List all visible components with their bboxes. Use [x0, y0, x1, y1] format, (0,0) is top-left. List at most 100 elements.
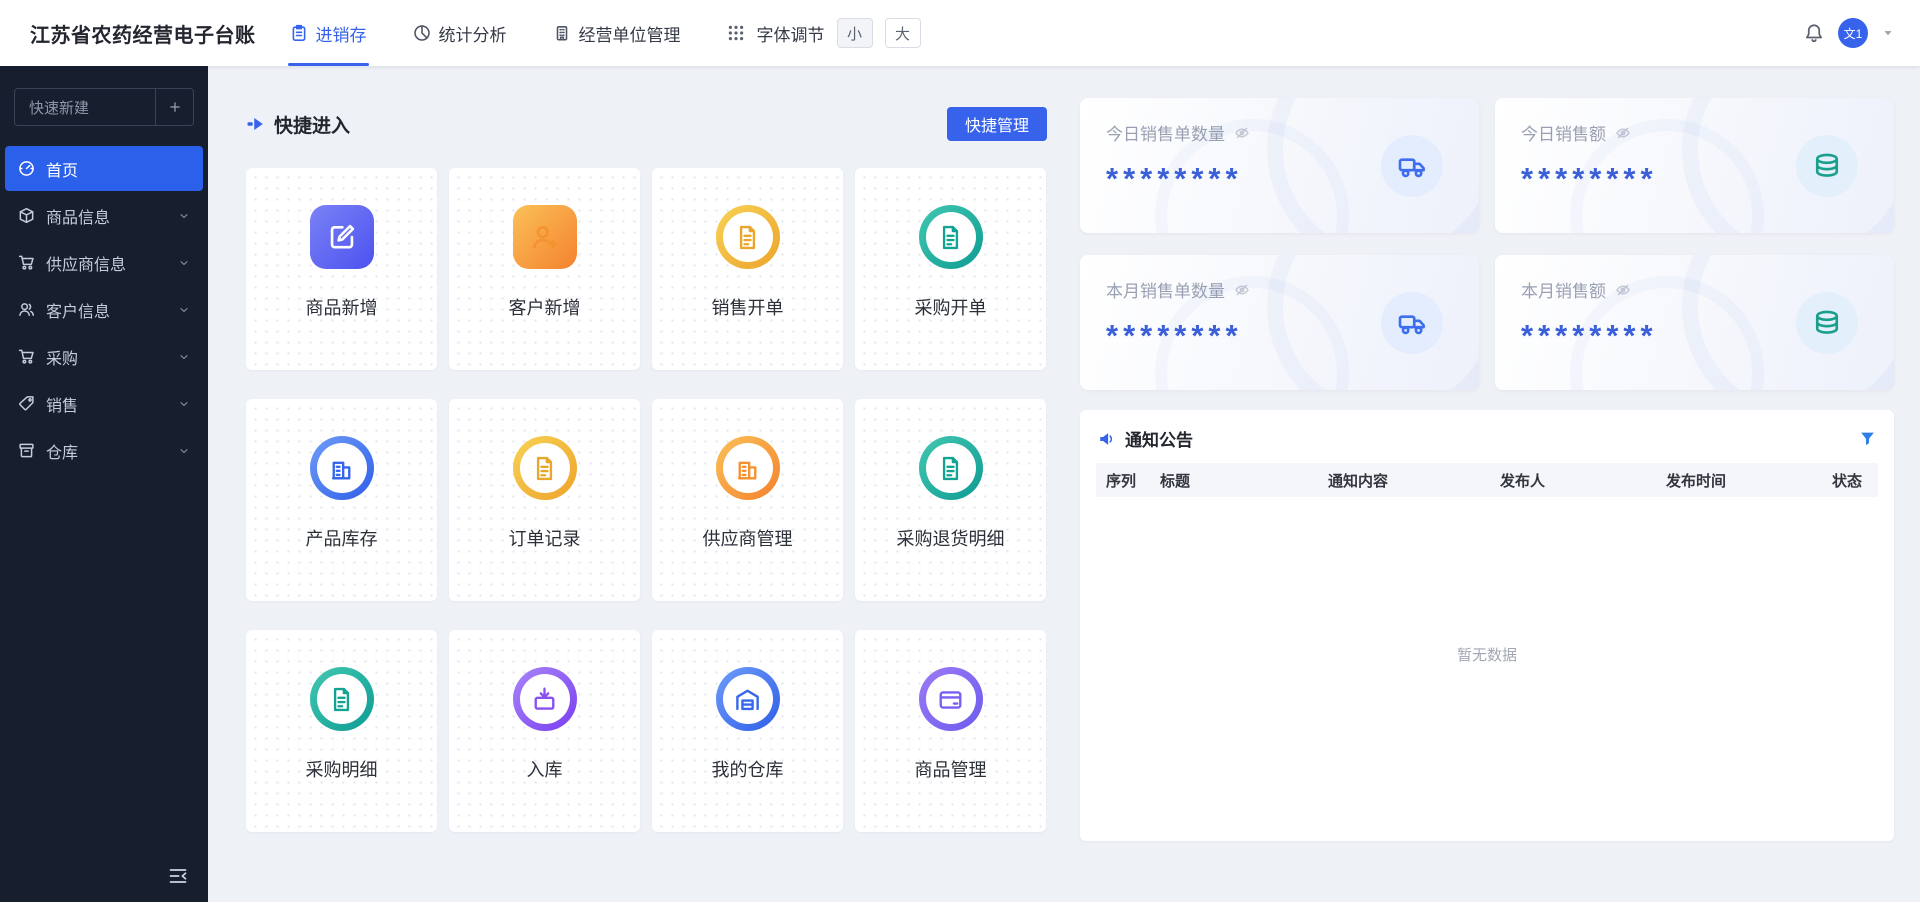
quick-card-label: 客户新增	[509, 294, 581, 320]
quick-access-card[interactable]: 客户新增	[449, 168, 640, 370]
chevron-down-icon	[178, 163, 190, 175]
quick-card-label: 销售开单	[712, 294, 784, 320]
quick-access-card[interactable]: 供应商管理	[652, 399, 843, 601]
font-small-button[interactable]: 小	[837, 18, 873, 48]
sidebar-item-label: 供应商信息	[46, 251, 167, 275]
sidebar-menu-item[interactable]: 采购	[5, 334, 203, 379]
sidebar: 快速新建 首页 商品信息	[0, 66, 208, 902]
font-large-button[interactable]: 大	[885, 18, 921, 48]
quick-card-glyph-icon	[734, 224, 761, 251]
stat-card: 今日销售额 ********	[1495, 98, 1894, 233]
sidebar-item-icon	[18, 442, 35, 459]
quick-access-card[interactable]: 订单记录	[449, 399, 640, 601]
collapse-sidebar-icon[interactable]	[168, 866, 188, 886]
main-content: 快捷进入 快捷管理 商品新增	[208, 66, 1920, 902]
quick-card-label: 我的仓库	[712, 756, 784, 782]
quick-card-label: 采购开单	[915, 294, 987, 320]
quick-access-card[interactable]: 我的仓库	[652, 630, 843, 832]
quick-create-button[interactable]: 快速新建	[14, 88, 194, 126]
notice-board-title: 通知公告	[1125, 426, 1193, 451]
sidebar-menu-item[interactable]: 客户信息	[5, 287, 203, 332]
chevron-down-icon	[178, 304, 190, 316]
quick-card-icon	[310, 667, 374, 731]
toggle-visibility-eye-icon[interactable]	[1234, 282, 1250, 298]
toggle-visibility-eye-icon[interactable]	[1615, 282, 1631, 298]
stat-icon-badge	[1796, 135, 1858, 197]
quick-card-icon	[716, 205, 780, 269]
quick-access-section: 快捷进入 快捷管理 商品新增	[246, 98, 1047, 902]
quick-access-grid: 商品新增 客户新增 销售开单	[246, 168, 1047, 832]
stat-card: 今日销售单数量 ********	[1080, 98, 1479, 233]
quick-card-label: 产品库存	[306, 525, 378, 551]
quick-access-card[interactable]: 产品库存	[246, 399, 437, 601]
sidebar-footer	[0, 866, 208, 902]
quick-card-label: 采购退货明细	[897, 525, 1005, 551]
nav-item-label: 经营单位管理	[579, 21, 681, 46]
top-nav-item[interactable]: 统计分析	[413, 0, 507, 66]
chevron-down-icon[interactable]	[1882, 27, 1894, 39]
chevron-down-icon	[178, 445, 190, 457]
sidebar-menu-item[interactable]: 仓库	[5, 428, 203, 473]
top-nav: 进销存 统计分析 经营单位管理	[290, 0, 727, 66]
notice-column-header: 发布人	[1500, 470, 1666, 491]
quick-create-label: 快速新建	[15, 97, 155, 118]
sidebar-item-icon	[18, 207, 35, 224]
quick-access-title: 快捷进入	[274, 111, 350, 138]
toggle-visibility-eye-icon[interactable]	[1615, 125, 1631, 141]
sidebar-menu-item[interactable]: 首页	[5, 146, 203, 191]
nav-item-icon	[290, 24, 308, 42]
stat-label: 本月销售单数量	[1106, 277, 1225, 302]
quick-access-card[interactable]: 采购退货明细	[855, 399, 1046, 601]
quick-access-arrow-icon	[246, 114, 266, 134]
bell-icon[interactable]	[1804, 23, 1824, 43]
quick-access-card[interactable]: 采购明细	[246, 630, 437, 832]
quick-card-icon	[513, 205, 577, 269]
sidebar-item-label: 首页	[46, 157, 167, 181]
quick-card-label: 商品管理	[915, 756, 987, 782]
chevron-down-icon	[178, 351, 190, 363]
quick-create-plus-button[interactable]	[155, 89, 193, 125]
quick-card-icon	[513, 667, 577, 731]
avatar[interactable]: 文1	[1838, 18, 1868, 48]
quick-card-label: 订单记录	[509, 525, 581, 551]
sidebar-item-icon	[18, 254, 35, 271]
sidebar-item-label: 商品信息	[46, 204, 167, 228]
apps-grid-icon[interactable]	[727, 24, 745, 42]
notice-column-header: 标题	[1160, 470, 1328, 491]
stat-icon-badge	[1796, 292, 1858, 354]
stat-card: 本月销售单数量 ********	[1080, 255, 1479, 390]
toggle-visibility-eye-icon[interactable]	[1234, 125, 1250, 141]
quick-card-icon	[919, 205, 983, 269]
quick-access-card[interactable]: 商品新增	[246, 168, 437, 370]
sidebar-menu-item[interactable]: 销售	[5, 381, 203, 426]
font-adjust-label: 字体调节	[757, 21, 825, 46]
top-nav-item[interactable]: 进销存	[290, 0, 367, 66]
top-nav-item[interactable]: 经营单位管理	[553, 0, 681, 66]
filter-icon[interactable]	[1859, 430, 1876, 447]
quick-card-icon	[513, 436, 577, 500]
notice-board: 通知公告 序列 标题 通知内容 发布人 发布时间	[1080, 410, 1894, 841]
stat-card: 本月销售额 ********	[1495, 255, 1894, 390]
sidebar-menu-item[interactable]: 供应商信息	[5, 240, 203, 285]
quick-access-card[interactable]: 商品管理	[855, 630, 1046, 832]
sidebar-menu-item[interactable]: 商品信息	[5, 193, 203, 238]
sidebar-item-label: 仓库	[46, 439, 167, 463]
notice-table-header: 序列 标题 通知内容 发布人 发布时间 状态	[1096, 463, 1878, 497]
quick-card-glyph-icon	[937, 224, 964, 251]
sidebar-item-icon	[18, 301, 35, 318]
quick-access-card[interactable]: 入库	[449, 630, 640, 832]
sidebar-item-label: 采购	[46, 345, 167, 369]
quick-card-glyph-icon	[734, 455, 761, 482]
quick-card-glyph-icon	[531, 455, 558, 482]
quick-manage-button[interactable]: 快捷管理	[947, 107, 1047, 141]
quick-card-glyph-icon	[531, 686, 558, 713]
sidebar-item-icon	[18, 348, 35, 365]
quick-access-card[interactable]: 销售开单	[652, 168, 843, 370]
quick-access-card[interactable]: 采购开单	[855, 168, 1046, 370]
top-header: 江苏省农药经营电子台账 进销存 统计分析 经营单位管理 字体调节 小 大 文1	[0, 0, 1920, 66]
quick-card-label: 商品新增	[306, 294, 378, 320]
quick-card-icon	[919, 667, 983, 731]
notice-column-header: 状态	[1832, 470, 1868, 491]
stat-label: 本月销售额	[1521, 277, 1606, 302]
quick-card-label: 供应商管理	[703, 525, 793, 551]
